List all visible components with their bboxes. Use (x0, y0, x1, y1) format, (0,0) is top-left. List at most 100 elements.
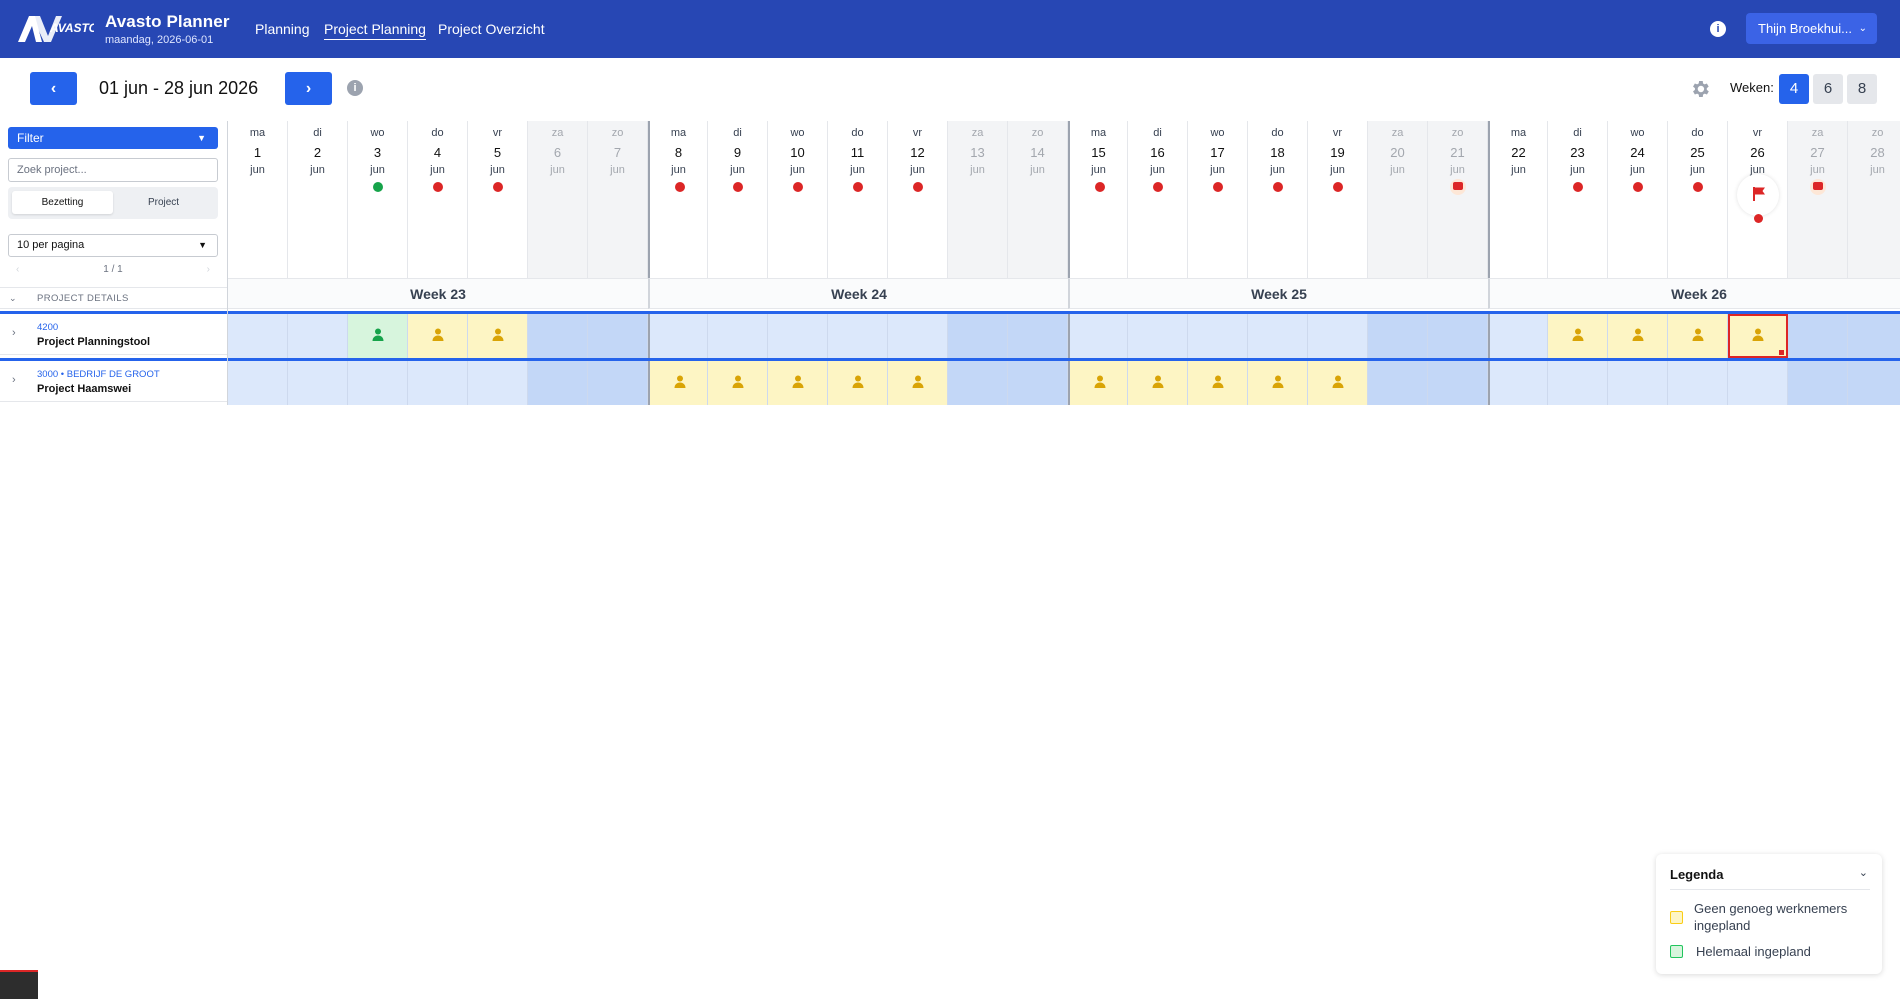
understaffed-dot[interactable] (913, 182, 923, 192)
grid-cell[interactable] (1548, 361, 1608, 405)
chevron-right-icon[interactable]: › (12, 374, 16, 386)
grid-cell[interactable] (1848, 314, 1900, 358)
info-icon[interactable]: i (1710, 21, 1726, 37)
understaffed-dot[interactable] (1213, 182, 1223, 192)
debug-toolbar-icon[interactable] (0, 970, 38, 999)
grid-cell[interactable] (768, 314, 828, 358)
grid-cell[interactable] (1488, 314, 1548, 358)
toggle-bezetting[interactable]: Bezetting (12, 191, 113, 214)
grid-cell[interactable] (1608, 314, 1668, 358)
grid-cell[interactable] (708, 361, 768, 405)
toggle-project[interactable]: Project (113, 191, 214, 214)
grid-cell[interactable] (1368, 361, 1428, 405)
grid-cell[interactable] (1008, 314, 1068, 358)
understaffed-dot[interactable] (1573, 182, 1583, 192)
grid-cell[interactable] (888, 314, 948, 358)
understaffed-dot[interactable] (1153, 182, 1163, 192)
prev-period-button[interactable]: ‹ (30, 72, 77, 105)
user-menu-button[interactable]: Thijn Broekhui... ⌄ (1746, 13, 1877, 44)
grid-cell[interactable] (888, 361, 948, 405)
grid-cell[interactable] (1068, 361, 1128, 405)
grid-cell[interactable] (1068, 314, 1128, 358)
grid-cell[interactable] (1368, 314, 1428, 358)
staffed-dot[interactable] (373, 182, 383, 192)
grid-cell[interactable] (1128, 314, 1188, 358)
understaffed-dot[interactable] (675, 182, 685, 192)
grid-cell[interactable] (1728, 361, 1788, 405)
grid-cell[interactable] (288, 314, 348, 358)
understaffed-dot[interactable] (1273, 182, 1283, 192)
grid-cell[interactable] (1128, 361, 1188, 405)
grid-cell[interactable] (1488, 361, 1548, 405)
grid-cell[interactable] (1788, 361, 1848, 405)
understaffed-dot[interactable] (853, 182, 863, 192)
grid-cell[interactable] (288, 361, 348, 405)
grid-cell[interactable] (1608, 361, 1668, 405)
understaffed-dot[interactable] (433, 182, 443, 192)
understaffed-dot[interactable] (1754, 214, 1763, 223)
pager-next-button[interactable]: › (207, 264, 210, 275)
grid-cell[interactable] (1848, 361, 1900, 405)
nav-project-planning[interactable]: Project Planning (324, 21, 426, 40)
grid-cell[interactable] (408, 361, 468, 405)
grid-cell[interactable] (1308, 361, 1368, 405)
grid-cell[interactable] (948, 361, 1008, 405)
project-row-3000[interactable]: › 3000 • BEDRIJF DE GROOT Project Haamsw… (0, 358, 227, 402)
avasto-logo-icon[interactable]: AVASTO (18, 14, 94, 44)
next-period-button[interactable]: › (285, 72, 332, 105)
grid-cell[interactable] (468, 314, 528, 358)
grid-cell[interactable] (408, 314, 468, 358)
grid-cell[interactable] (468, 361, 528, 405)
understaffed-dot[interactable] (493, 182, 503, 192)
grid-cell[interactable] (1668, 361, 1728, 405)
filter-button[interactable]: Filter ▼ (8, 127, 218, 149)
grid-cell[interactable] (1668, 314, 1728, 358)
grid-cell[interactable] (1248, 314, 1308, 358)
grid-cell[interactable] (588, 314, 648, 358)
gear-icon[interactable] (1689, 78, 1711, 100)
grid-cell[interactable] (1728, 314, 1788, 358)
grid-cell[interactable] (1788, 314, 1848, 358)
grid-cell[interactable] (1008, 361, 1068, 405)
understaffed-dot[interactable] (733, 182, 743, 192)
grid-cell[interactable] (1308, 314, 1368, 358)
grid-cell[interactable] (528, 361, 588, 405)
grid-cell[interactable] (1548, 314, 1608, 358)
grid-cell[interactable] (1428, 314, 1488, 358)
grid-cell[interactable] (348, 361, 408, 405)
weeks-option-4[interactable]: 4 (1779, 74, 1809, 104)
range-info-icon[interactable]: i (347, 80, 363, 96)
chevron-down-icon[interactable]: ⌄ (1859, 866, 1868, 879)
understaffed-dot[interactable] (1633, 182, 1643, 192)
grid-cell[interactable] (768, 361, 828, 405)
weeks-option-8[interactable]: 8 (1847, 74, 1877, 104)
grid-cell[interactable] (348, 314, 408, 358)
understaffed-dot[interactable] (1693, 182, 1703, 192)
grid-cell[interactable] (228, 361, 288, 405)
project-row-4200[interactable]: › 4200 Project Planningstool (0, 311, 227, 355)
understaffed-dot[interactable] (1095, 182, 1105, 192)
grid-cell[interactable] (1428, 361, 1488, 405)
per-page-select[interactable]: 10 per pagina ▼ (8, 234, 218, 257)
grid-cell[interactable] (828, 314, 888, 358)
pager-prev-button[interactable]: ‹ (16, 264, 19, 275)
search-project-input[interactable] (8, 158, 218, 182)
project-details-header[interactable]: ⌄ PROJECT DETAILS (0, 287, 227, 309)
grid-cell[interactable] (528, 314, 588, 358)
weeks-option-6[interactable]: 6 (1813, 74, 1843, 104)
nav-planning[interactable]: Planning (255, 21, 310, 37)
grid-cell[interactable] (708, 314, 768, 358)
nav-project-overzicht[interactable]: Project Overzicht (438, 21, 545, 37)
chevron-right-icon[interactable]: › (12, 327, 16, 339)
grid-cell[interactable] (828, 361, 888, 405)
grid-cell[interactable] (588, 361, 648, 405)
understaffed-dot[interactable] (1333, 182, 1343, 192)
project-code[interactable]: 4200 (37, 322, 58, 333)
understaffed-dot[interactable] (793, 182, 803, 192)
grid-cell[interactable] (648, 361, 708, 405)
grid-cell[interactable] (1248, 361, 1308, 405)
grid-cell[interactable] (648, 314, 708, 358)
grid-cell[interactable] (948, 314, 1008, 358)
grid-cell[interactable] (228, 314, 288, 358)
project-code[interactable]: 3000 • BEDRIJF DE GROOT (37, 369, 160, 380)
